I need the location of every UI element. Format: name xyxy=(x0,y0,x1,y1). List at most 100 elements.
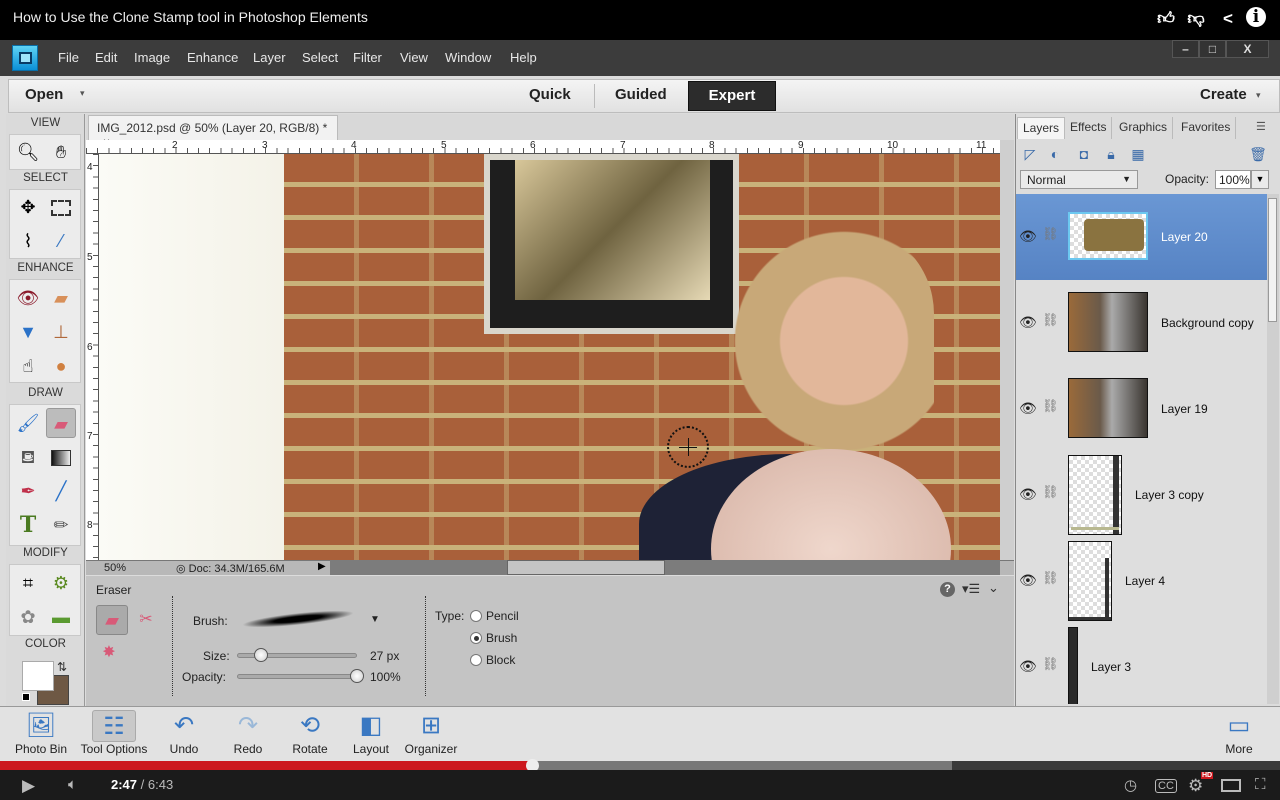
default-colors-icon[interactable] xyxy=(22,693,30,701)
layer-opacity-dropdown-icon[interactable]: ▼ xyxy=(1251,170,1269,189)
info-icon[interactable]: i xyxy=(1246,7,1266,27)
status-menu-arrow-icon[interactable]: ▶ xyxy=(318,561,326,572)
pencil-icon[interactable]: ✏︎ xyxy=(46,510,76,540)
gradient-icon[interactable] xyxy=(46,442,76,472)
menu-layer[interactable]: Layer xyxy=(253,50,286,65)
menu-file[interactable]: File xyxy=(58,50,79,65)
clone-stamp-icon[interactable]: ⊥ xyxy=(46,317,76,347)
foreground-color-swatch[interactable] xyxy=(22,661,54,691)
link-icon[interactable]: ⛓︎ xyxy=(1042,398,1059,414)
options-menu-icon[interactable]: ▾☰ xyxy=(962,581,980,597)
layer-row[interactable]: 👁︎ ⛓︎ Layer 3 copy xyxy=(1016,452,1267,538)
create-button[interactable]: Create xyxy=(1200,86,1247,103)
new-layer-icon[interactable]: ◸ xyxy=(1021,145,1039,163)
share-icon[interactable]: < xyxy=(1217,8,1239,30)
undo-button[interactable]: ↶ Undo xyxy=(160,710,208,756)
layer-row[interactable]: 👁︎ ⛓︎ Background copy xyxy=(1016,280,1267,366)
brush-dropdown-icon[interactable]: ▼ xyxy=(370,614,380,625)
link-icon[interactable]: ⛓︎ xyxy=(1042,312,1059,328)
visibility-eye-icon[interactable]: 👁︎ xyxy=(1019,572,1037,589)
layout-button[interactable]: ◧ Layout xyxy=(347,710,395,756)
open-dropdown-icon[interactable]: ▾ xyxy=(80,88,85,99)
spot-healing-icon[interactable]: ▰ xyxy=(46,283,76,313)
layer-row[interactable]: 👁︎ ⛓︎ Layer 4 xyxy=(1016,538,1267,624)
layers-scrollbar[interactable] xyxy=(1267,194,1279,704)
zoom-tool-icon[interactable]: 🔍︎ xyxy=(13,137,43,167)
lock-all-icon[interactable]: 🔒︎ xyxy=(1102,145,1120,163)
swap-colors-icon[interactable]: ⇅ xyxy=(57,660,67,674)
menu-window[interactable]: Window xyxy=(445,50,491,65)
document-tab[interactable]: IMG_2012.psd @ 50% (Layer 20, RGB/8) * × xyxy=(88,115,338,149)
crop-icon[interactable]: ⌗ xyxy=(13,568,43,598)
panel-menu-icon[interactable]: ☰ xyxy=(1256,120,1266,133)
more-button[interactable]: ▭ More xyxy=(1215,710,1263,756)
rotate-button[interactable]: ⟲ Rotate xyxy=(286,710,334,756)
collapse-chevron-icon[interactable]: ⌄ xyxy=(988,580,999,596)
mode-expert[interactable]: Expert xyxy=(688,81,776,111)
delete-layer-icon[interactable]: 🗑︎ xyxy=(1249,145,1267,163)
visibility-eye-icon[interactable]: 👁︎ xyxy=(1019,400,1037,417)
visibility-eye-icon[interactable]: 👁︎ xyxy=(1019,228,1037,245)
canvas-horizontal-scrollbar[interactable] xyxy=(330,560,1000,575)
close-window-button[interactable]: X xyxy=(1226,40,1269,58)
link-icon[interactable]: ⛓︎ xyxy=(1042,226,1059,242)
menu-view[interactable]: View xyxy=(400,50,428,65)
thumbs-up-icon[interactable]: 👍︎ xyxy=(1155,8,1177,30)
link-icon[interactable]: ⛓︎ xyxy=(1042,570,1059,586)
tab-graphics[interactable]: Graphics xyxy=(1114,117,1174,139)
type-pencil-radio[interactable] xyxy=(470,610,482,622)
smudge-icon[interactable]: ☝︎ xyxy=(13,351,43,381)
layer-opacity-input[interactable]: 100% xyxy=(1215,170,1251,189)
hand-tool-icon[interactable]: ✋︎ xyxy=(46,137,76,167)
create-dropdown-icon[interactable]: ▾ xyxy=(1256,90,1261,101)
line-tool-icon[interactable]: ╱ xyxy=(46,476,76,506)
canvas-vertical-scrollbar[interactable] xyxy=(1000,140,1014,560)
layer-row[interactable]: 👁︎ ⛓︎ Layer 19 xyxy=(1016,366,1267,452)
eraser-icon[interactable]: ▰ xyxy=(46,408,76,438)
play-icon[interactable]: ▶ xyxy=(22,776,35,796)
tab-layers[interactable]: Layers xyxy=(1017,117,1066,139)
organizer-button[interactable]: ⊞ Organizer xyxy=(402,710,460,756)
photo-bin-button[interactable]: 🖼︎ Photo Bin xyxy=(10,710,72,756)
menu-edit[interactable]: Edit xyxy=(95,50,117,65)
menu-enhance[interactable]: Enhance xyxy=(187,50,238,65)
eraser-mode-icon[interactable]: ▰ xyxy=(96,605,128,635)
paint-bucket-icon[interactable]: ⛾ xyxy=(13,442,43,472)
cookie-cutter-icon[interactable]: ✿ xyxy=(13,602,43,632)
visibility-eye-icon[interactable]: 👁︎ xyxy=(1019,658,1037,675)
layer-mask-icon[interactable]: ◘ xyxy=(1075,145,1093,163)
layer-row[interactable]: 👁︎ ⛓︎ Layer 20 xyxy=(1016,194,1267,280)
recompose-icon[interactable]: ⚙︎ xyxy=(46,568,76,598)
horizontal-scroll-thumb[interactable] xyxy=(507,560,665,575)
magic-eraser-icon[interactable]: ✸ xyxy=(96,640,122,666)
rectangular-marquee-icon[interactable] xyxy=(46,192,76,222)
volume-icon[interactable]: 🔈︎ xyxy=(68,776,77,793)
exit-fullscreen-icon[interactable]: ⛶ xyxy=(1255,776,1266,793)
background-eraser-icon[interactable]: ✂︎ xyxy=(133,607,159,633)
brush-icon[interactable]: 🖌︎ xyxy=(13,408,43,438)
lasso-tool-icon[interactable]: ⌇ xyxy=(13,226,43,256)
redo-button[interactable]: ↷ Redo xyxy=(224,710,272,756)
move-tool-icon[interactable]: ✥ xyxy=(13,192,43,222)
sponge-icon[interactable]: ▼ xyxy=(13,317,43,347)
theater-mode-icon[interactable] xyxy=(1221,779,1241,792)
opacity-slider-thumb[interactable] xyxy=(350,669,364,683)
type-brush-radio[interactable] xyxy=(470,632,482,644)
lock-transparency-icon[interactable]: ▦ xyxy=(1129,145,1147,163)
quick-selection-icon[interactable]: ⁄ xyxy=(46,226,76,256)
menu-help[interactable]: Help xyxy=(510,50,537,65)
zoom-level[interactable]: 50% xyxy=(104,562,126,574)
visibility-eye-icon[interactable]: 👁︎ xyxy=(1019,314,1037,331)
open-button[interactable]: Open xyxy=(25,86,63,103)
menu-image[interactable]: Image xyxy=(134,50,170,65)
mode-guided[interactable]: Guided xyxy=(615,86,667,103)
brush-preview[interactable] xyxy=(242,607,354,631)
size-slider-thumb[interactable] xyxy=(254,648,268,662)
type-tool-icon[interactable]: T xyxy=(13,510,43,540)
adjustment-layer-icon[interactable]: ◐ xyxy=(1046,145,1064,163)
menu-filter[interactable]: Filter xyxy=(353,50,382,65)
tab-effects[interactable]: Effects xyxy=(1065,117,1113,139)
minimize-button[interactable]: – xyxy=(1172,40,1199,58)
opacity-slider[interactable] xyxy=(237,674,357,679)
blur-icon[interactable]: ● xyxy=(46,351,76,381)
